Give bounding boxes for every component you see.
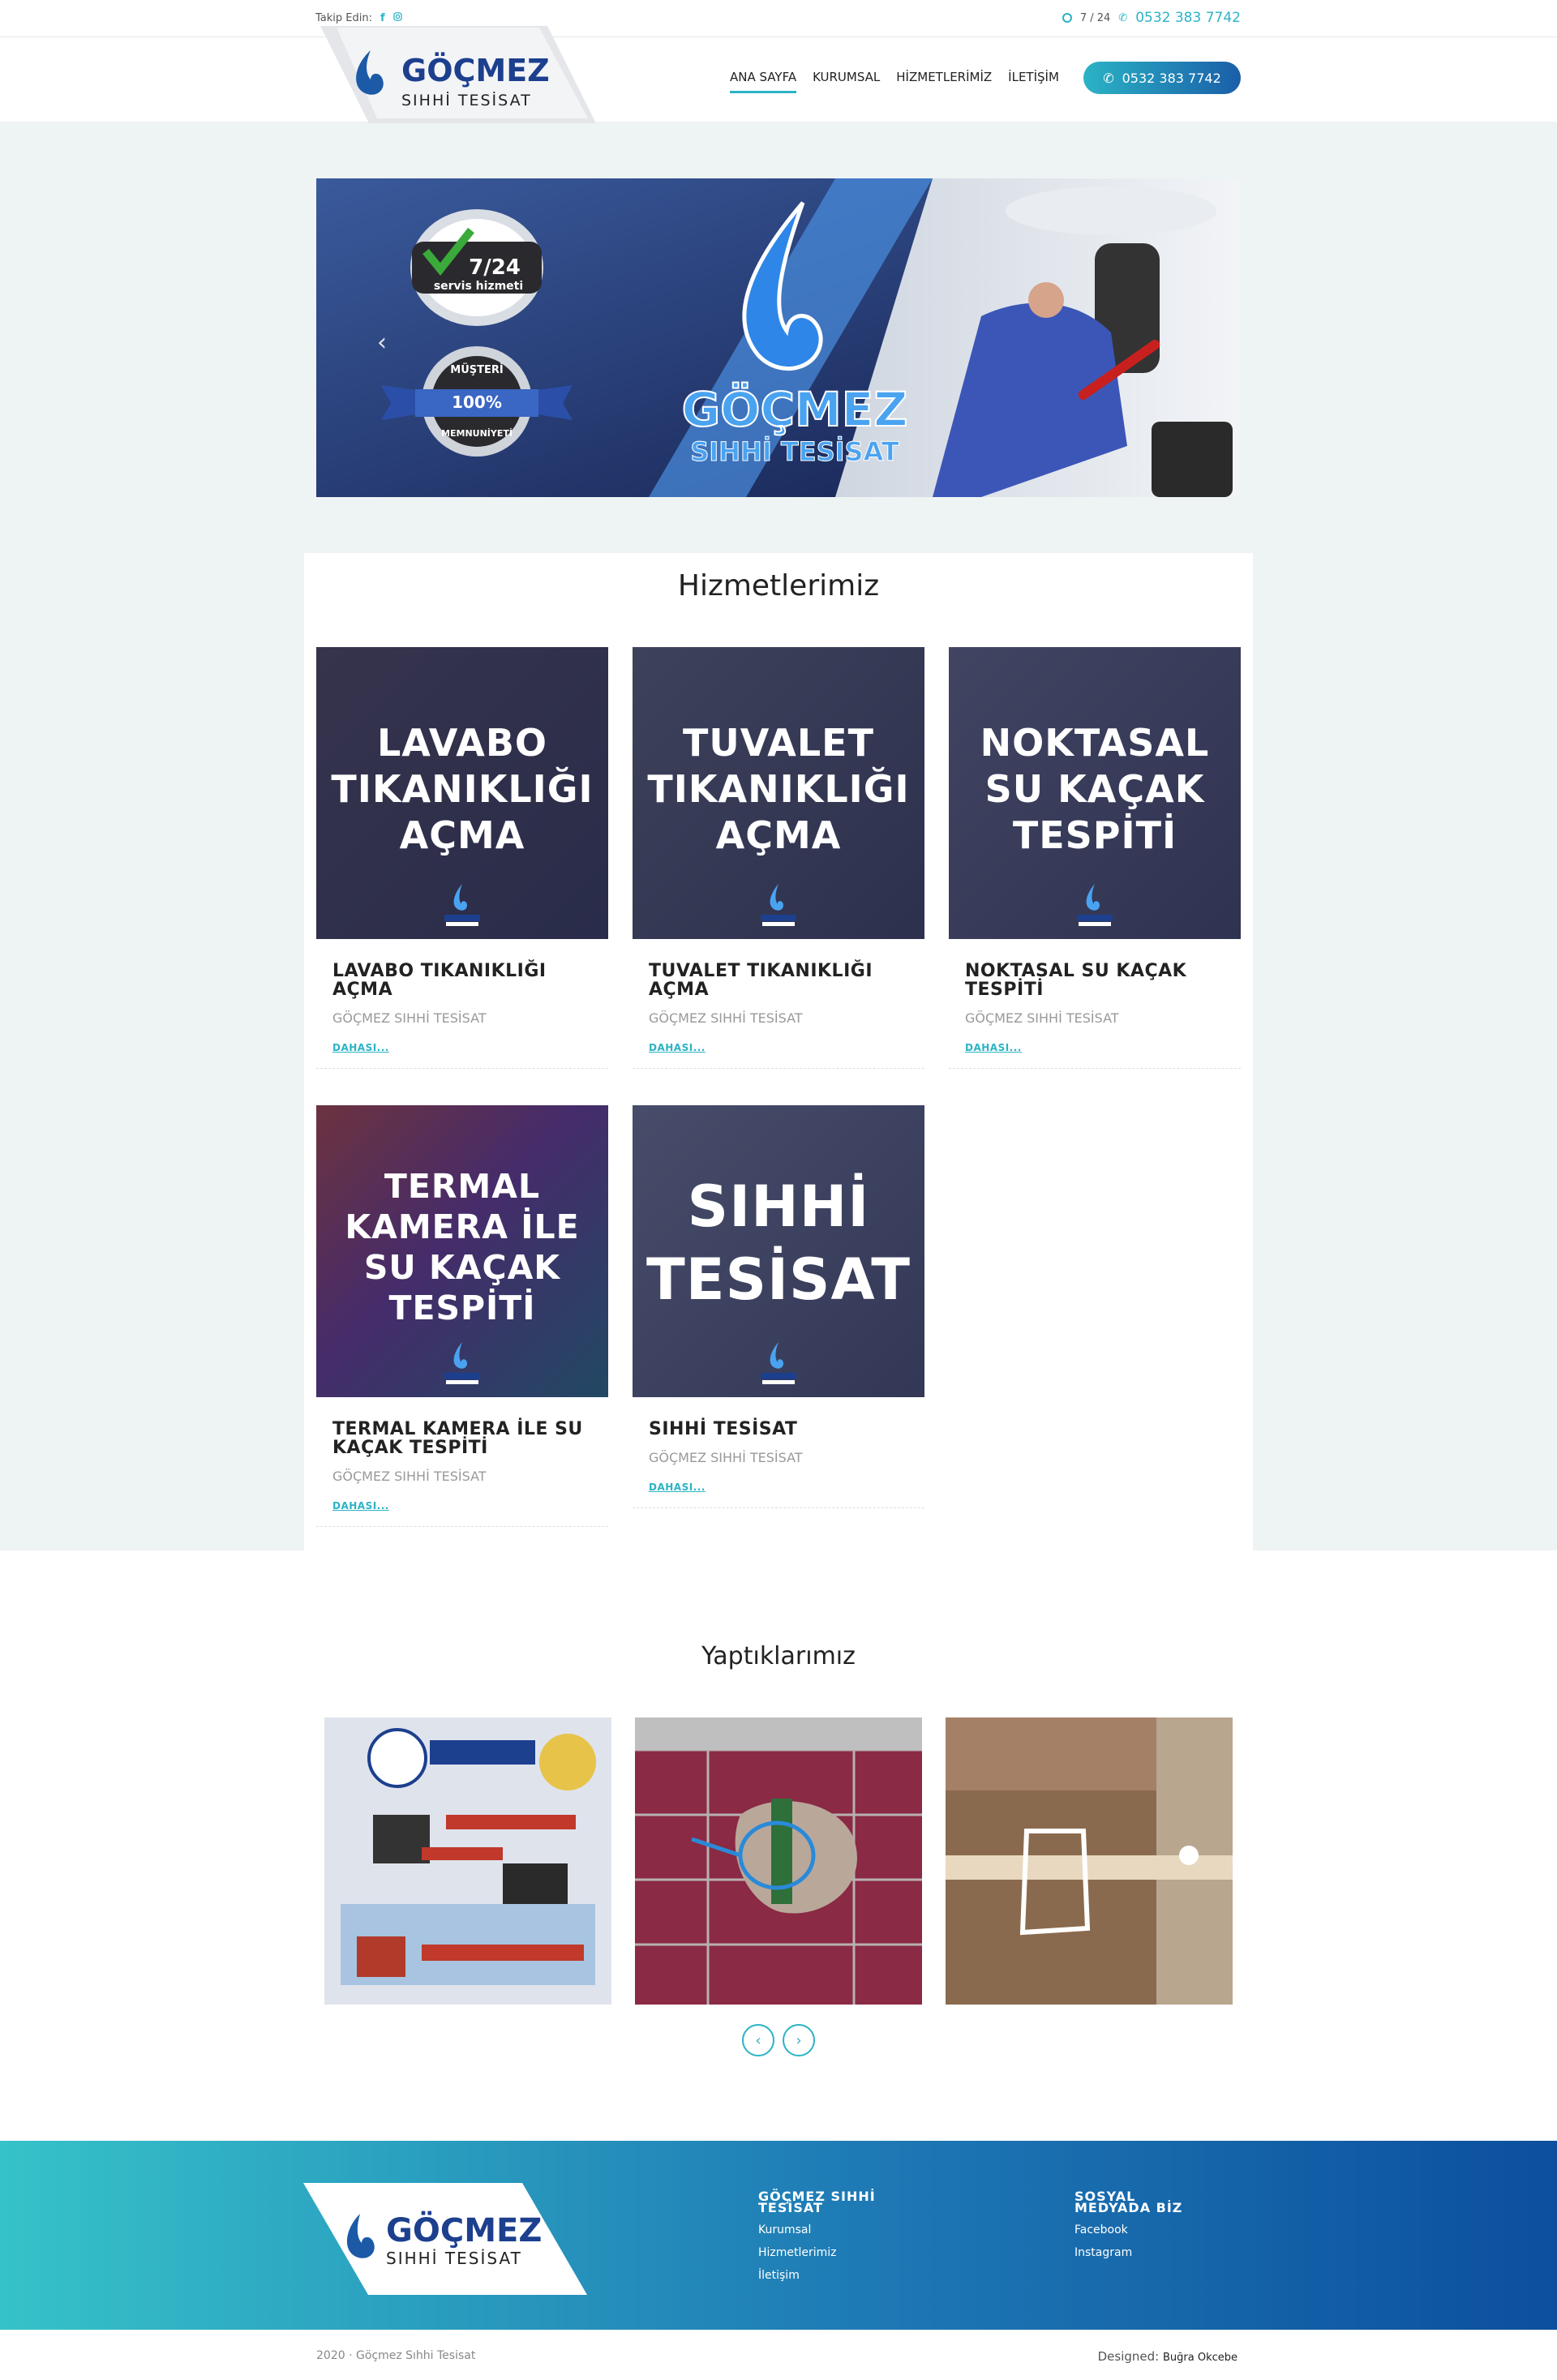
service-card-title[interactable]: LAVABO TIKANIKLIĞI AÇMA	[332, 962, 592, 999]
service-card-title[interactable]: SIHHİ TESİSAT	[649, 1420, 908, 1439]
logo-tagline: SIHHİ TESİSAT	[401, 91, 532, 109]
phone-icon: ✆	[1118, 11, 1128, 24]
phone-icon: ✆	[1103, 70, 1114, 86]
service-card-title[interactable]: NOKTASAL SU KAÇAK TESPİTİ	[965, 962, 1225, 999]
slider-prev-arrow[interactable]: ‹	[377, 328, 387, 357]
service-card-subtitle: GÖÇMEZ SIHHİ TESİSAT	[649, 1450, 803, 1465]
service-card-title[interactable]: TUVALET TIKANIKLIĞI AÇMA	[649, 962, 908, 999]
site-footer: GÖÇMEZ SIHHİ TESİSAT GÖÇMEZ SIHHİ TESİSA…	[0, 2141, 1557, 2330]
work-image[interactable]	[946, 1717, 1233, 2005]
top-bar: Takip Edin: f 7 / 24 ✆ 0532 383 7742	[0, 0, 1557, 37]
service-card-image[interactable]: LAVABO TIKANIKLIĞI AÇMA	[316, 647, 608, 939]
site-logo[interactable]: GÖÇMEZ SIHHİ TESİSAT	[320, 26, 596, 165]
service-card-image[interactable]: SIHHİ TESİSAT	[633, 1105, 924, 1397]
top-phone-link[interactable]: 0532 383 7742	[1135, 10, 1241, 26]
main-nav: ANA SAYFA KURUMSAL HİZMETLERİMİZ İLETİŞİ…	[730, 70, 1059, 93]
footer-link-services[interactable]: Hizmetlerimiz	[758, 2246, 888, 2259]
copyright-text: 2020 · Göçmez Sıhhi Tesisat	[316, 2349, 476, 2362]
service-card-image-text: LAVABO TIKANIKLIĞI AÇMA	[331, 721, 594, 857]
divider	[633, 1507, 924, 1508]
footer-link-contact[interactable]: İletişim	[758, 2269, 888, 2282]
slider-logo-tagline: SIHHİ TESİSAT	[690, 436, 899, 467]
work-image[interactable]	[324, 1717, 611, 2005]
nav-item-home[interactable]: ANA SAYFA	[730, 70, 797, 93]
mini-logo-icon	[761, 884, 796, 926]
divider	[316, 1068, 608, 1069]
badge-customer-text: MÜŞTERİ	[450, 363, 503, 376]
service-card-more-link[interactable]: DAHASI...	[649, 1042, 908, 1053]
services-section: Hizmetlerimiz LAVABO TIKANIKLIĞI AÇMA LA…	[304, 553, 1253, 1550]
service-card-image[interactable]: TERMAL KAMERA İLE SU KAÇAK TESPİTİ	[316, 1105, 608, 1397]
service-card-more-link[interactable]: DAHASI...	[965, 1042, 1225, 1053]
nav-item-contact[interactable]: İLETİŞİM	[1008, 70, 1059, 93]
instagram-icon[interactable]	[392, 12, 402, 24]
facebook-icon[interactable]: f	[380, 12, 385, 24]
follow-label: Takip Edin:	[315, 12, 372, 24]
nav-item-corporate[interactable]: KURUMSAL	[813, 70, 880, 93]
service-card-image-text: SIHHİ TESİSAT	[646, 1173, 911, 1313]
mini-logo-icon	[444, 1342, 480, 1384]
footer-link-facebook[interactable]: Facebook	[1074, 2223, 1204, 2236]
service-247-badge: 7/24 servis hizmeti	[410, 209, 543, 326]
hero-slide-image: 7/24 servis hizmeti MÜŞTERİ 100% MEMNUNİ…	[316, 178, 1241, 497]
divider	[633, 1068, 924, 1069]
badge-247-text: 7/24	[469, 255, 521, 280]
badge-247-sub: servis hizmeti	[434, 280, 523, 293]
service-card-subtitle: GÖÇMEZ SIHHİ TESİSAT	[649, 1010, 803, 1026]
footer-logo[interactable]: GÖÇMEZ SIHHİ TESİSAT	[303, 2183, 587, 2295]
service-card-subtitle: GÖÇMEZ SIHHİ TESİSAT	[332, 1469, 487, 1484]
service-card[interactable]: TERMAL KAMERA İLE SU KAÇAK TESPİTİ TERMA…	[316, 1105, 608, 1527]
service-card-image[interactable]: TUVALET TIKANIKLIĞI AÇMA	[633, 647, 924, 939]
footer-link-instagram[interactable]: Instagram	[1074, 2246, 1204, 2259]
service-card[interactable]: NOKTASAL SU KAÇAK TESPİTİ NOKTASAL SU KA…	[949, 647, 1241, 1069]
badge-percent-text: 100%	[452, 392, 502, 412]
footer-bottom-bar: 2020 · Göçmez Sıhhi Tesisat Designed: Bu…	[0, 2330, 1557, 2380]
work-image[interactable]	[635, 1717, 922, 2005]
works-next-button[interactable]: ›	[783, 2024, 815, 2056]
call-button-label: 0532 383 7742	[1122, 70, 1221, 86]
footer-column-title: GÖÇMEZ SIHHİ TESİSAT	[758, 2189, 876, 2215]
services-title: Hizmetlerimiz	[677, 569, 880, 603]
works-title: Yaptıklarımız	[701, 1642, 856, 1670]
service-card-more-link[interactable]: DAHASI...	[332, 1500, 592, 1512]
service-card-more-link[interactable]: DAHASI...	[332, 1042, 592, 1053]
divider	[949, 1068, 1241, 1069]
logo-name: GÖÇMEZ	[401, 53, 550, 88]
hero-slider: 7/24 servis hizmeti MÜŞTERİ 100% MEMNUNİ…	[316, 178, 1241, 497]
designer-name[interactable]: Buğra Okcebe	[1163, 2352, 1237, 2364]
slider-logo-name: GÖÇMEZ	[682, 381, 908, 437]
footer-column-social: SOSYAL MEDYADA BİZ Facebook Instagram	[1074, 2189, 1204, 2260]
badge-satisfaction-text: MEMNUNİYETİ	[441, 427, 513, 439]
footer-link-corporate[interactable]: Kurumsal	[758, 2223, 888, 2236]
call-button[interactable]: ✆ 0532 383 7742	[1083, 62, 1241, 94]
service-card-title[interactable]: TERMAL KAMERA İLE SU KAÇAK TESPİTİ	[332, 1420, 592, 1457]
service-card[interactable]: LAVABO TIKANIKLIĞI AÇMA LAVABO TIKANIKLI…	[316, 647, 608, 1069]
service-card-more-link[interactable]: DAHASI...	[649, 1482, 908, 1493]
social-follow: Takip Edin: f	[315, 12, 402, 24]
service-card-image-text: TERMAL KAMERA İLE SU KAÇAK TESPİTİ	[345, 1167, 580, 1327]
divider	[316, 1526, 608, 1527]
footer-logo-name: GÖÇMEZ	[386, 2211, 542, 2249]
mini-logo-icon	[1077, 884, 1113, 926]
service-card-image[interactable]: NOKTASAL SU KAÇAK TESPİTİ	[949, 647, 1241, 939]
service-card-subtitle: GÖÇMEZ SIHHİ TESİSAT	[965, 1010, 1119, 1026]
site-header: ANA SAYFA KURUMSAL HİZMETLERİMİZ İLETİŞİ…	[0, 37, 1557, 122]
nav-item-services[interactable]: HİZMETLERİMİZ	[896, 70, 992, 93]
service-card-subtitle: GÖÇMEZ SIHHİ TESİSAT	[332, 1010, 487, 1026]
works-prev-button[interactable]: ‹	[742, 2024, 774, 2056]
service-card-image-text: NOKTASAL SU KAÇAK TESPİTİ	[980, 721, 1210, 857]
mini-logo-icon	[444, 884, 480, 926]
clock-icon	[1062, 13, 1072, 23]
working-hours: 7 / 24	[1079, 11, 1111, 24]
service-card[interactable]: SIHHİ TESİSAT SIHHİ TESİSAT GÖÇMEZ SIHHİ…	[633, 1105, 924, 1508]
footer-column-title: SOSYAL MEDYADA BİZ	[1074, 2189, 1183, 2215]
mini-logo-icon	[761, 1342, 796, 1384]
footer-logo-tagline: SIHHİ TESİSAT	[386, 2249, 522, 2268]
designer-credit: Designed: Buğra Okcebe	[1098, 2349, 1237, 2364]
service-card-image-text: TUVALET TIKANIKLIĞI AÇMA	[647, 721, 910, 857]
footer-column-company: GÖÇMEZ SIHHİ TESİSAT Kurumsal Hizmetleri…	[758, 2189, 888, 2283]
service-card[interactable]: TUVALET TIKANIKLIĞI AÇMA TUVALET TIKANIK…	[633, 647, 924, 1069]
top-contact: 7 / 24 ✆ 0532 383 7742	[1062, 10, 1241, 26]
designed-label: Designed:	[1097, 2349, 1160, 2364]
